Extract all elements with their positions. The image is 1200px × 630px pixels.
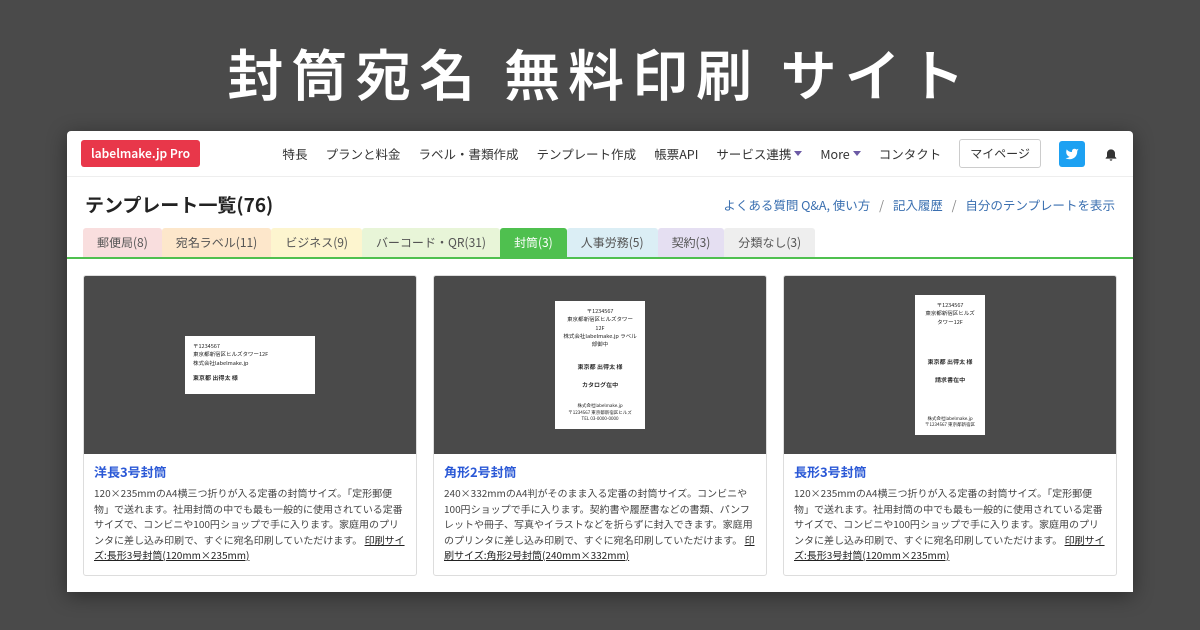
app-window: labelmake.jp Pro 特長 プランと料金 ラベル・書類作成 テンプレ… [67,131,1133,592]
twitter-icon [1065,147,1079,161]
template-card[interactable]: 〒1234567 東京都新宿区ヒルズタワー12F 株式会社labelmake.j… [433,275,767,576]
card-description: 240×332mmのA4判がそのまま入る定番の封筒サイズ。コンビニや100円ショ… [444,485,756,563]
envelope-preview: 〒1234567 東京都新宿区ヒルズタワー12F 株式会社labelmake.j… [555,301,645,429]
tab-0[interactable]: 郵便局(8) [83,228,162,257]
tab-7[interactable]: 分類なし(3) [724,228,815,257]
card-size-link[interactable]: 印刷サイズ:長形3号封筒(120mm×235mm) [94,532,405,563]
template-card[interactable]: 〒1234567 東京都新宿区ヒルズタワー12F 株式会社labelmake.j… [83,275,417,576]
card-title[interactable]: 洋長3号封筒 [94,462,406,481]
link-history[interactable]: 記入履歴 [893,195,943,214]
link-faq[interactable]: よくある質問 Q&A, 使い方 [723,195,870,214]
card-body: 角形2号封筒 240×332mmのA4判がそのまま入る定番の封筒サイズ。コンビニや… [434,454,766,575]
envelope-preview: 〒1234567 東京都新宿区ヒルズタワー12F 株式会社labelmake.j… [185,336,315,394]
tab-3[interactable]: バーコード・QR(31) [362,228,500,257]
tabs: 郵便局(8)宛名ラベル(11)ビジネス(9)バーコード・QR(31)封筒(3)人… [67,228,1133,259]
card-size-link[interactable]: 印刷サイズ:長形3号封筒(120mm×235mm) [794,532,1105,563]
twitter-button[interactable] [1059,141,1085,167]
card-description: 120×235mmのA4横三つ折りが入る定番の封筒サイズ。「定形郵便物」で送れま… [794,485,1106,563]
tab-1[interactable]: 宛名ラベル(11) [162,228,271,257]
nav-api[interactable]: 帳票API [654,144,698,163]
navbar: labelmake.jp Pro 特長 プランと料金 ラベル・書類作成 テンプレ… [67,131,1133,177]
cards: 〒1234567 東京都新宿区ヒルズタワー12F 株式会社labelmake.j… [67,259,1133,592]
page-title: テンプレート一覧(76) [85,191,273,218]
card-thumbnail: 〒1234567 東京都新宿区ヒルズタワー12F 株式会社labelmake.j… [84,276,416,454]
chevron-down-icon [794,151,802,156]
nav-create[interactable]: ラベル・書類作成 [419,144,519,163]
card-body: 洋長3号封筒 120×235mmのA4横三つ折りが入る定番の封筒サイズ。「定形郵便… [84,454,416,575]
card-description: 120×235mmのA4横三つ折りが入る定番の封筒サイズ。「定形郵便物」で送れま… [94,485,406,563]
template-card[interactable]: 〒1234567 東京都新宿区ヒルズタワー12F東京都 出得太 様 請求書在中株… [783,275,1117,576]
hero-title: 封筒宛名 無料印刷 サイト [0,0,1200,131]
tab-6[interactable]: 契約(3) [658,228,725,257]
logo[interactable]: labelmake.jp Pro [81,140,200,167]
page-links: よくある質問 Q&A, 使い方 / 記入履歴 / 自分のテンプレートを表示 [723,195,1115,214]
card-title[interactable]: 長形3号封筒 [794,462,1106,481]
card-body: 長形3号封筒 120×235mmのA4横三つ折りが入る定番の封筒サイズ。「定形郵便… [784,454,1116,575]
nav-services[interactable]: サービス連携 [716,144,802,163]
tab-4[interactable]: 封筒(3) [500,228,567,257]
tab-5[interactable]: 人事労務(5) [567,228,658,257]
nav-template[interactable]: テンプレート作成 [537,144,637,163]
nav-pricing[interactable]: プランと料金 [326,144,401,163]
mypage-button[interactable]: マイページ [959,139,1041,168]
bell-icon[interactable] [1103,146,1119,162]
envelope-preview: 〒1234567 東京都新宿区ヒルズタワー12F東京都 出得太 様 請求書在中株… [915,295,985,435]
nav-more[interactable]: More [820,144,860,163]
card-thumbnail: 〒1234567 東京都新宿区ヒルズタワー12F東京都 出得太 様 請求書在中株… [784,276,1116,454]
chevron-down-icon [853,151,861,156]
page-header: テンプレート一覧(76) よくある質問 Q&A, 使い方 / 記入履歴 / 自分… [67,177,1133,228]
card-size-link[interactable]: 印刷サイズ:角形2号封筒(240mm×332mm) [444,532,755,563]
card-thumbnail: 〒1234567 東京都新宿区ヒルズタワー12F 株式会社labelmake.j… [434,276,766,454]
tab-2[interactable]: ビジネス(9) [271,228,362,257]
card-title[interactable]: 角形2号封筒 [444,462,756,481]
nav-contact[interactable]: コンタクト [879,144,942,163]
nav-features[interactable]: 特長 [283,144,308,163]
link-mytemplates[interactable]: 自分のテンプレートを表示 [965,195,1115,214]
